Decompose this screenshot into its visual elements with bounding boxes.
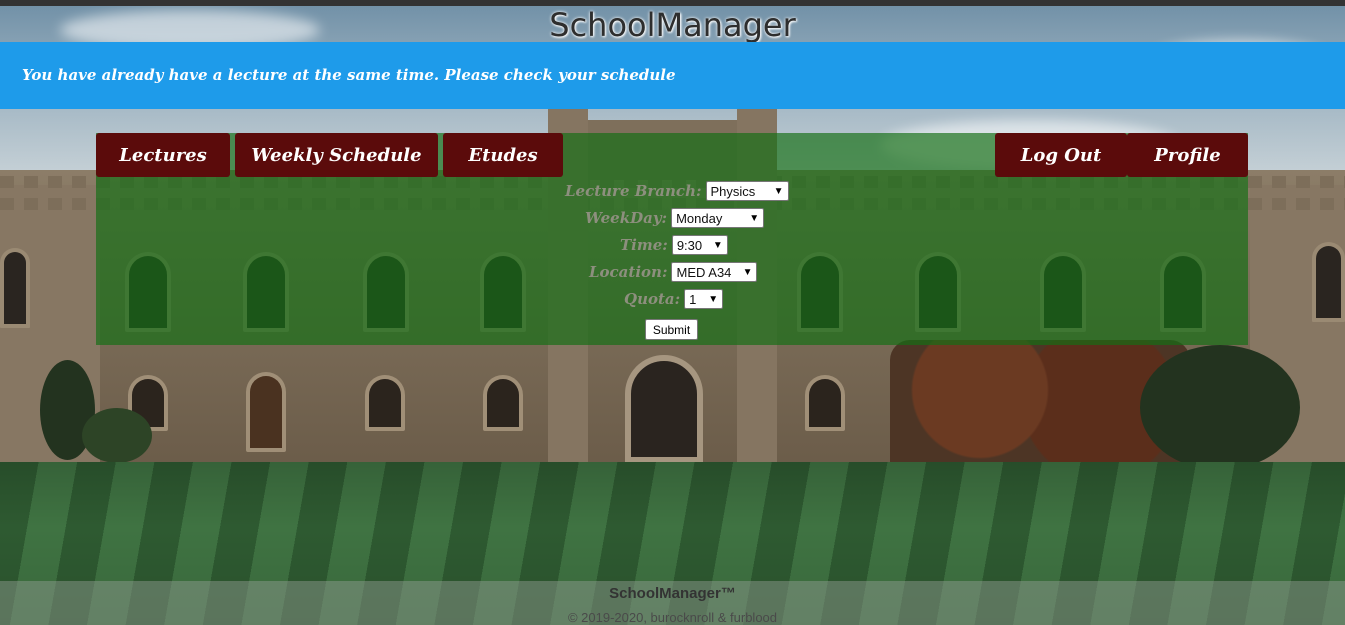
bush bbox=[82, 408, 152, 463]
nav-profile-button[interactable]: Profile bbox=[1127, 133, 1248, 177]
location-label: Location: bbox=[589, 263, 668, 281]
branch-select[interactable]: Physics ▼ bbox=[705, 181, 789, 201]
location-row: Location: MED A34 ▼ bbox=[589, 262, 758, 282]
window bbox=[365, 375, 405, 431]
footer-copyright: © 2019-2020, burocknroll & furblood bbox=[567, 610, 778, 625]
window bbox=[805, 375, 845, 431]
app-title: SchoolManager bbox=[549, 6, 796, 44]
time-value: 9:30 bbox=[676, 237, 703, 253]
weekday-select[interactable]: Monday ▼ bbox=[671, 208, 765, 228]
quota-row: Quota: 1 ▼ bbox=[624, 289, 724, 309]
time-row: Time: 9:30 ▼ bbox=[620, 235, 728, 255]
weekday-label: WeekDay: bbox=[585, 209, 668, 227]
tree bbox=[1140, 345, 1300, 470]
nav-weekly-schedule-button[interactable]: Weekly Schedule bbox=[235, 133, 438, 177]
chevron-down-icon: ▼ bbox=[749, 212, 760, 224]
footer-brand: SchoolManager™ bbox=[609, 585, 736, 602]
time-label: Time: bbox=[620, 236, 668, 254]
submit-button[interactable]: Submit bbox=[645, 319, 698, 340]
location-value: MED A34 bbox=[676, 264, 732, 280]
branch-value: Physics bbox=[710, 183, 756, 199]
quota-select[interactable]: 1 ▼ bbox=[684, 289, 724, 309]
main-doorway bbox=[625, 355, 703, 463]
chevron-down-icon: ▼ bbox=[742, 266, 753, 278]
chevron-down-icon: ▼ bbox=[712, 239, 723, 251]
time-select[interactable]: 9:30 ▼ bbox=[671, 235, 728, 255]
alert-banner: You have already have a lecture at the s… bbox=[0, 42, 1345, 109]
branch-row: Lecture Branch: Physics ▼ bbox=[565, 181, 789, 201]
window bbox=[1312, 242, 1345, 322]
door bbox=[246, 372, 286, 452]
chevron-down-icon: ▼ bbox=[773, 185, 784, 197]
window bbox=[0, 248, 30, 328]
nav-lectures-button[interactable]: Lectures bbox=[96, 133, 230, 177]
nav-etudes-button[interactable]: Etudes bbox=[443, 133, 563, 177]
quota-value: 1 bbox=[689, 291, 697, 307]
window bbox=[483, 375, 523, 431]
quota-label: Quota: bbox=[624, 290, 681, 308]
weekday-value: Monday bbox=[676, 210, 723, 226]
alert-message: You have already have a lecture at the s… bbox=[22, 66, 676, 84]
location-select[interactable]: MED A34 ▼ bbox=[671, 262, 758, 282]
weekday-row: WeekDay: Monday ▼ bbox=[585, 208, 765, 228]
chevron-down-icon: ▼ bbox=[708, 293, 719, 305]
branch-label: Lecture Branch: bbox=[565, 182, 702, 200]
nav-log-out-button[interactable]: Log Out bbox=[995, 133, 1127, 177]
